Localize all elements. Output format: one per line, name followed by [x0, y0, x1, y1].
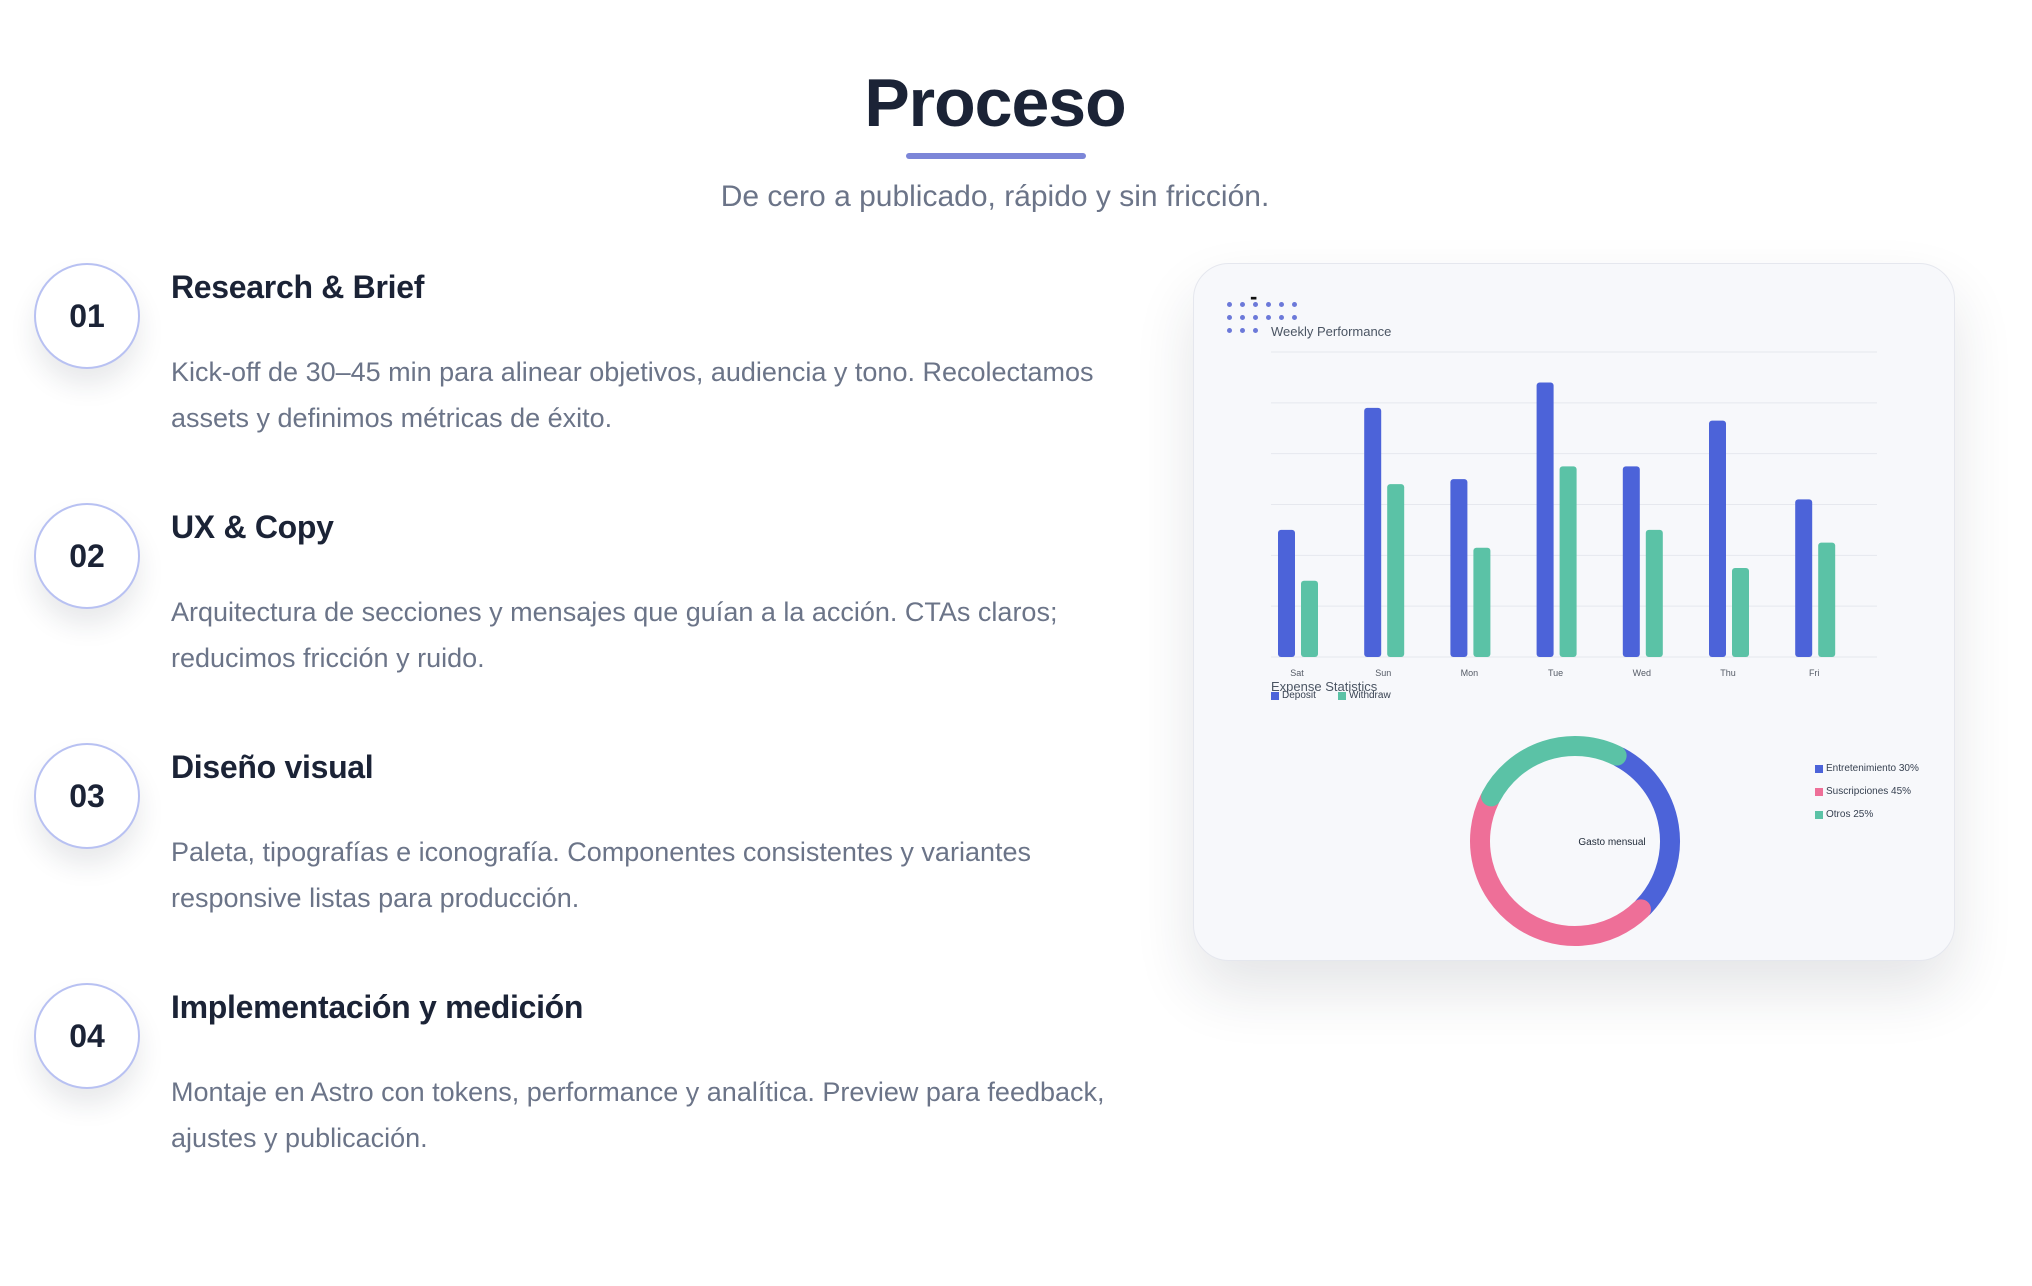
legend-label: Otros 25% [1826, 809, 1874, 820]
x-tick-label: Sun [1375, 668, 1391, 678]
step-title: Implementación y medición [171, 989, 584, 1025]
step-description: Arquitectura de secciones y mensajes que… [171, 597, 1058, 673]
step-item: 01 Research & Brief Kick-off de 30–45 mi… [0, 263, 1120, 493]
legend-swatch [1815, 810, 1823, 819]
step-description: Kick-off de 30–45 min para alinear objet… [171, 357, 1094, 433]
step-item: 02 UX & Copy Arquitectura de secciones y… [0, 503, 1120, 733]
step-title: Research & Brief [171, 269, 425, 305]
legend-entretenimiento: Entretenimiento 30% [1815, 763, 1919, 774]
legend-label: Entretenimiento 30% [1826, 763, 1919, 774]
step-item: 03 Diseño visual Paleta, tipografías e i… [0, 743, 1120, 973]
step-title: UX & Copy [171, 509, 334, 545]
x-tick-label: Thu [1720, 668, 1736, 678]
page-title: Proceso [864, 65, 1126, 141]
donut-slice [1470, 789, 1651, 946]
step-title: Diseño visual [171, 749, 374, 785]
donut-slice [1481, 736, 1627, 807]
bar-withdraw [1387, 484, 1405, 657]
bar-withdraw [1559, 466, 1577, 657]
bar-withdraw [1818, 542, 1836, 657]
expense-chart-title: Expense Statistics [1271, 679, 1378, 694]
x-tick-label: Mon [1461, 668, 1479, 678]
legend-label: Suscripciones 45% [1826, 786, 1912, 797]
title-underline [906, 153, 1086, 159]
bar-withdraw [1732, 568, 1749, 657]
bar-deposit [1536, 382, 1554, 657]
bar-withdraw [1645, 529, 1663, 657]
step-description: Paleta, tipografías e iconografía. Compo… [171, 837, 1031, 913]
legend-otros: Otros 25% [1815, 809, 1873, 820]
step-number-badge: 01 [34, 263, 140, 369]
donut-slice [1609, 747, 1680, 917]
step-number-badge: 02 [34, 503, 140, 609]
legend-swatch [1815, 764, 1823, 773]
legend-suscripciones: Suscripciones 45% [1815, 786, 1911, 797]
page-subtitle: De cero a publicado, rápido y sin fricci… [720, 180, 1270, 213]
x-tick-label: Fri [1809, 668, 1820, 678]
bar-withdraw [1301, 580, 1318, 657]
process-section: Proceso De cero a publicado, rápido y si… [0, 0, 2032, 1286]
bar-deposit [1450, 479, 1468, 657]
bar-deposit [1709, 420, 1726, 657]
bar-deposit [1622, 466, 1640, 657]
step-item: 04 Implementación y medición Montaje en … [0, 983, 1120, 1213]
dashboard-preview-card: - Weekly Performance Sat Sun Mon Tue Wed Thu F… [1193, 263, 1955, 961]
legend-swatch [1815, 787, 1823, 796]
step-description: Montaje en Astro con tokens, performance… [171, 1077, 1105, 1153]
x-tick-label: Tue [1548, 668, 1563, 678]
bar-deposit [1364, 407, 1382, 657]
charts-canvas: Sat Sun Mon Tue Wed Thu Fri [1271, 351, 1877, 946]
x-tick-label: Wed [1633, 668, 1651, 678]
step-number-badge: 03 [34, 743, 140, 849]
donut-center-label: Gasto mensual [1578, 837, 1646, 848]
x-tick-label: Sat [1290, 668, 1304, 678]
bar-deposit [1278, 529, 1295, 657]
bar-deposit [1795, 499, 1813, 657]
step-number-badge: 04 [34, 983, 140, 1089]
bar-withdraw [1473, 547, 1491, 657]
